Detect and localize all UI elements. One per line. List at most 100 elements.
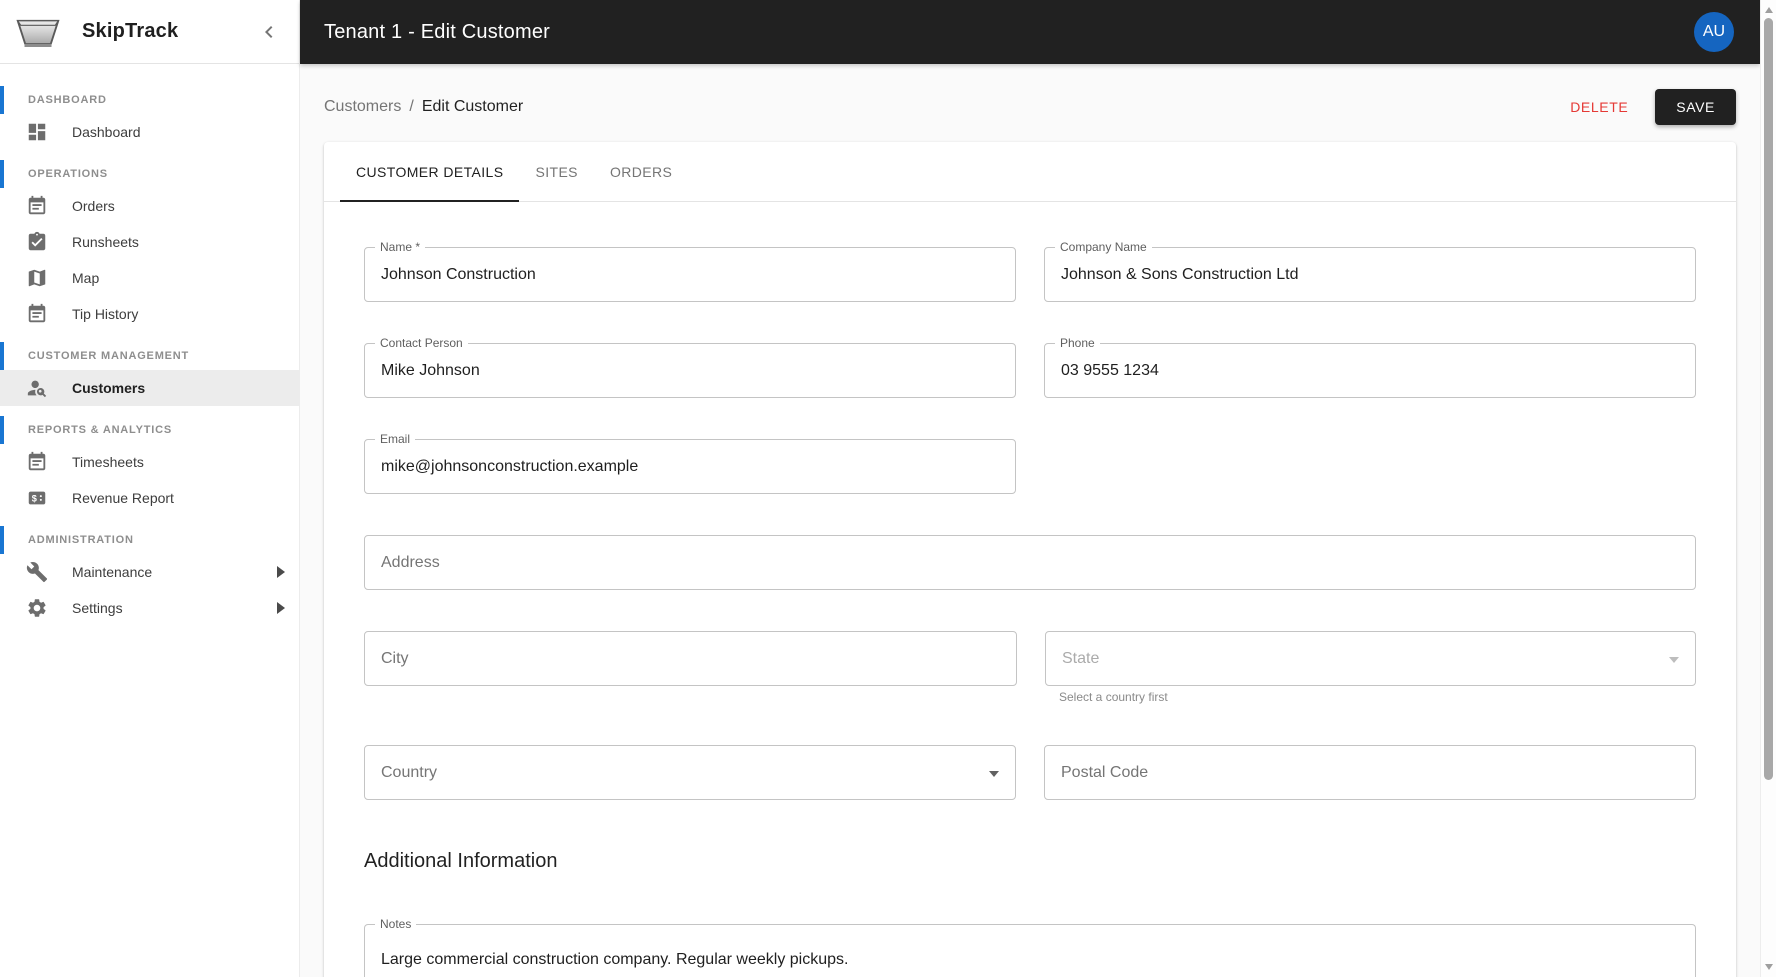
tab-customer-details[interactable]: CUSTOMER DETAILS [340, 142, 520, 202]
sidebar: SkipTrack DASHBOARD Dashboard OPERATIONS… [0, 0, 300, 977]
state-select-placeholder: State [1062, 649, 1100, 667]
person-search-icon [26, 377, 48, 399]
gear-icon [26, 597, 48, 619]
notes-field[interactable]: Notes Large commercial construction comp… [364, 917, 1696, 977]
sidebar-item-customers[interactable]: Customers [0, 370, 299, 406]
postal-code-field[interactable]: Postal Code [1044, 745, 1696, 800]
address-field[interactable]: Address [364, 535, 1696, 590]
tab-bar: CUSTOMER DETAILS SITES ORDERS [324, 142, 1736, 202]
sidebar-item-label: Revenue Report [72, 490, 174, 506]
nav-section-customer-management: CUSTOMER MANAGEMENT Customers [0, 342, 299, 406]
nav-section-reports: REPORTS & ANALYTICS Timesheets Revenue R… [0, 416, 299, 516]
email-field[interactable]: Email mike@johnsonconstruction.example [364, 432, 1016, 494]
breadcrumb-current: Edit Customer [421, 98, 524, 115]
state-helper-text: Select a country first [1059, 690, 1168, 704]
breadcrumb-customers-link[interactable]: Customers [324, 98, 401, 116]
country-select[interactable]: Country [364, 745, 1016, 800]
app-name: SkipTrack [82, 20, 179, 42]
sidebar-item-label: Map [72, 270, 100, 286]
app-root: SkipTrack DASHBOARD Dashboard OPERATIONS… [0, 0, 1776, 977]
company-name-field-value: Johnson & Sons Construction Ltd [1061, 265, 1299, 283]
sidebar-item-label: Dashboard [72, 124, 141, 140]
delete-button[interactable]: DELETE [1560, 91, 1638, 123]
nav-section-dashboard: DASHBOARD Dashboard [0, 86, 299, 150]
company-name-field[interactable]: Company Name Johnson & Sons Construction… [1044, 240, 1696, 302]
company-name-field-label: Company Name [1055, 240, 1152, 254]
state-select[interactable]: State [1045, 631, 1696, 686]
contact-person-field-value: Mike Johnson [381, 361, 480, 379]
sidebar-item-label: Settings [72, 600, 123, 616]
name-field-label: Name * [375, 240, 426, 254]
sidebar-item-settings[interactable]: Settings [0, 590, 299, 626]
contact-person-field[interactable]: Contact Person Mike Johnson [364, 336, 1016, 398]
email-field-value: mike@johnsonconstruction.example [381, 457, 639, 475]
header-actions: DELETE SAVE [1560, 89, 1736, 125]
notes-field-label: Notes [375, 917, 417, 931]
sidebar-item-label: Tip History [72, 306, 139, 322]
scroll-up-arrow-icon[interactable] [1765, 7, 1773, 13]
expand-arrow-icon [277, 566, 285, 578]
phone-field-value: 03 9555 1234 [1061, 361, 1159, 379]
sidebar-header: SkipTrack [0, 0, 299, 64]
notes-field-value: Large commercial construction company. R… [381, 951, 849, 968]
email-field-label: Email [375, 432, 416, 446]
section-header: DASHBOARD [0, 86, 299, 114]
event-note-icon [26, 195, 48, 217]
customer-form: Name * Johnson Construction Company Name… [324, 202, 1736, 977]
point-of-sale-icon [26, 487, 48, 509]
skip-bin-logo-icon [16, 19, 60, 47]
address-field-placeholder: Address [381, 553, 440, 571]
user-avatar[interactable]: AU [1694, 12, 1734, 52]
page-content: Customers / Edit Customer DELETE SAVE CU… [300, 64, 1760, 977]
tab-orders[interactable]: ORDERS [594, 142, 688, 201]
wrench-icon [26, 561, 48, 583]
section-header: CUSTOMER MANAGEMENT [0, 342, 299, 370]
sidebar-item-label: Orders [72, 198, 115, 214]
save-button[interactable]: SAVE [1655, 89, 1736, 125]
sidebar-item-tip-history[interactable]: Tip History [0, 296, 299, 332]
sidebar-item-dashboard[interactable]: Dashboard [0, 114, 299, 150]
appbar: Tenant 1 - Edit Customer AU [300, 0, 1760, 64]
state-field-group: State Select a country first [1045, 631, 1696, 704]
breadcrumb: Customers / Edit Customer [324, 98, 523, 116]
postal-code-field-placeholder: Postal Code [1061, 763, 1149, 781]
chevron-left-icon [257, 20, 281, 44]
customer-card: CUSTOMER DETAILS SITES ORDERS Name * Joh… [324, 142, 1736, 977]
page-header: Customers / Edit Customer DELETE SAVE [324, 87, 1736, 127]
scroll-down-arrow-icon[interactable] [1765, 964, 1773, 970]
name-field[interactable]: Name * Johnson Construction [364, 240, 1016, 302]
city-field[interactable]: City [364, 631, 1017, 686]
dropdown-arrow-icon [1669, 656, 1679, 663]
phone-field-label: Phone [1055, 336, 1100, 350]
sidebar-item-orders[interactable]: Orders [0, 188, 299, 224]
name-field-value: Johnson Construction [381, 265, 536, 283]
sidebar-item-revenue-report[interactable]: Revenue Report [0, 480, 299, 516]
sidebar-item-label: Customers [72, 380, 146, 396]
map-icon [26, 267, 48, 289]
contact-person-field-label: Contact Person [375, 336, 468, 350]
sidebar-item-map[interactable]: Map [0, 260, 299, 296]
section-header: ADMINISTRATION [0, 526, 299, 554]
section-header: REPORTS & ANALYTICS [0, 416, 299, 444]
sidebar-item-label: Timesheets [72, 454, 144, 470]
sidebar-collapse-button[interactable] [257, 20, 281, 44]
phone-field[interactable]: Phone 03 9555 1234 [1044, 336, 1696, 398]
scrollbar-thumb[interactable] [1764, 18, 1773, 780]
sidebar-item-runsheets[interactable]: Runsheets [0, 224, 299, 260]
main-area: Tenant 1 - Edit Customer AU Customers / … [300, 0, 1760, 977]
tab-sites[interactable]: SITES [519, 142, 593, 201]
section-header: OPERATIONS [0, 160, 299, 188]
dashboard-icon [26, 121, 48, 143]
sidebar-item-label: Runsheets [72, 234, 139, 250]
sidebar-item-maintenance[interactable]: Maintenance [0, 554, 299, 590]
page-scrollbar[interactable] [1760, 0, 1776, 977]
event-note-icon [26, 451, 48, 473]
country-select-placeholder: Country [381, 763, 438, 781]
city-field-placeholder: City [381, 649, 409, 667]
breadcrumb-separator: / [409, 98, 414, 115]
sidebar-nav: DASHBOARD Dashboard OPERATIONS Orders Ru… [0, 64, 299, 636]
sidebar-item-timesheets[interactable]: Timesheets [0, 444, 299, 480]
nav-section-operations: OPERATIONS Orders Runsheets Map Tip Hist… [0, 160, 299, 332]
dropdown-arrow-icon [989, 770, 999, 777]
expand-arrow-icon [277, 602, 285, 614]
